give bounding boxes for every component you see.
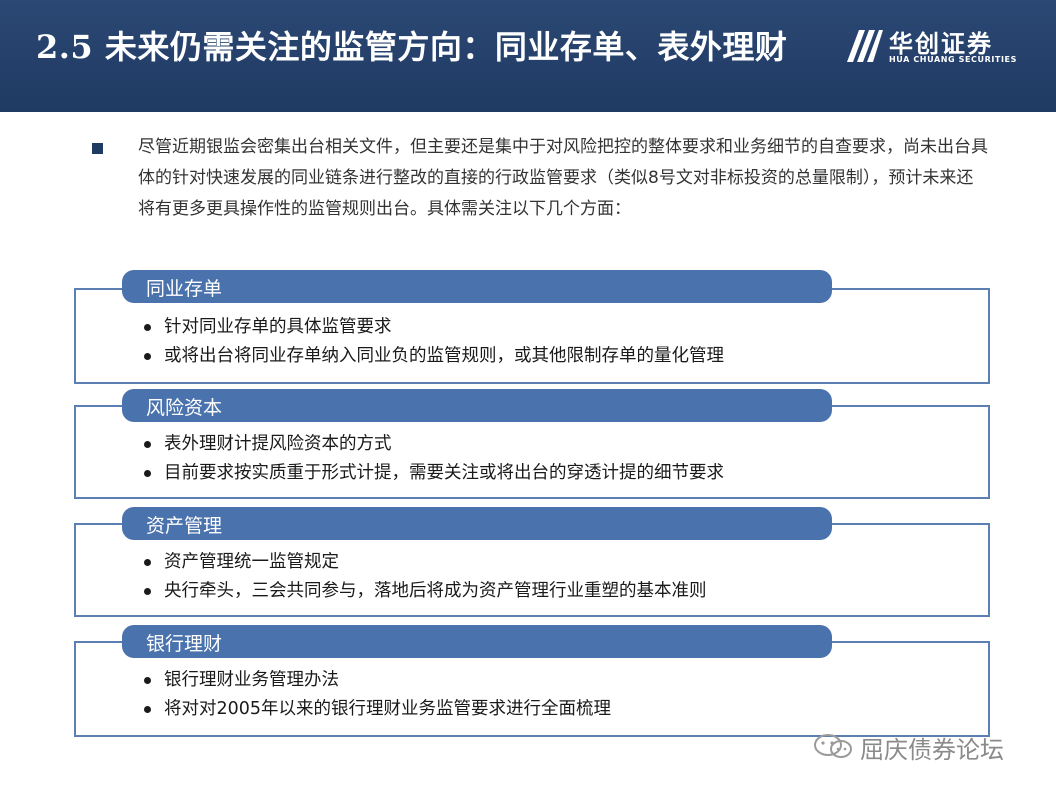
watermark-text: 屈庆债券论坛	[860, 736, 1004, 764]
list-item: 央行牵头，三会共同参与，落地后将成为资产管理行业重塑的基本准则	[140, 577, 707, 606]
item-text: 央行牵头，三会共同参与，落地后将成为资产管理行业重塑的基本准则	[164, 581, 707, 601]
bullet-dot-icon	[144, 588, 151, 595]
section-risk-capital: 风险资本 表外理财计提风险资本的方式 目前要求按实质重于形式计提，需要关注或将出…	[74, 389, 990, 501]
list-item: 银行理财业务管理办法	[140, 666, 611, 695]
list-item: 目前要求按实质重于形式计提，需要关注或将出台的穿透计提的细节要求	[140, 459, 724, 488]
list-item: 资产管理统一监管规定	[140, 548, 707, 577]
item-text: 银行理财业务管理办法	[164, 670, 339, 690]
intro-text: 尽管近期银监会密集出台相关文件，但主要还是集中于对风险把控的整体要求和业务细节的…	[138, 137, 988, 219]
section-header: 资产管理	[122, 507, 832, 540]
title-bar: 2.5 未来仍需关注的监管方向：同业存单、表外理财 华创证券 HUA CHUAN…	[0, 0, 1056, 112]
list-item: 将对对2005年以来的银行理财业务监管要求进行全面梳理	[140, 695, 611, 724]
bullet-dot-icon	[144, 324, 151, 331]
list-item: 针对同业存单的具体监管要求	[140, 313, 724, 342]
square-bullet-icon	[92, 143, 103, 154]
company-logo: 华创证券 HUA CHUANG SECURITIES	[845, 24, 1017, 68]
logo-english-name: HUA CHUANG SECURITIES	[889, 55, 1017, 64]
item-text: 目前要求按实质重于形式计提，需要关注或将出台的穿透计提的细节要求	[164, 463, 724, 483]
section-title: 同业存单	[146, 278, 223, 300]
bullet-dot-icon	[144, 706, 151, 713]
section-list: 表外理财计提风险资本的方式 目前要求按实质重于形式计提，需要关注或将出台的穿透计…	[140, 430, 724, 488]
list-item: 表外理财计提风险资本的方式	[140, 430, 724, 459]
section-header: 风险资本	[122, 389, 832, 422]
bullet-dot-icon	[144, 470, 151, 477]
item-text: 资产管理统一监管规定	[164, 552, 339, 572]
logo-chinese-name: 华创证券	[889, 30, 993, 58]
item-text: 针对同业存单的具体监管要求	[164, 317, 392, 337]
item-text: 表外理财计提风险资本的方式	[164, 434, 392, 454]
title-number: 2.5	[36, 28, 94, 66]
wechat-icon	[814, 734, 852, 758]
section-header: 同业存单	[122, 270, 832, 303]
section-interbank-cd: 同业存单 针对同业存单的具体监管要求 或将出台将同业存单纳入同业负的监管规则，或…	[74, 270, 990, 386]
slide-title: 2.5 未来仍需关注的监管方向：同业存单、表外理财	[36, 22, 787, 68]
bullet-dot-icon	[144, 677, 151, 684]
bullet-dot-icon	[144, 559, 151, 566]
section-list: 银行理财业务管理办法 将对对2005年以来的银行理财业务监管要求进行全面梳理	[140, 666, 611, 724]
logo-mark-icon	[847, 30, 883, 62]
title-text: 未来仍需关注的监管方向：同业存单、表外理财	[104, 28, 788, 66]
watermark: 屈庆债券论坛	[812, 726, 1032, 766]
section-asset-management: 资产管理 资产管理统一监管规定 央行牵头，三会共同参与，落地后将成为资产管理行业…	[74, 507, 990, 619]
list-item: 或将出台将同业存单纳入同业负的监管规则，或其他限制存单的量化管理	[140, 342, 724, 371]
bullet-dot-icon	[144, 441, 151, 448]
section-list: 针对同业存单的具体监管要求 或将出台将同业存单纳入同业负的监管规则，或其他限制存…	[140, 313, 724, 371]
section-title: 风险资本	[146, 397, 223, 419]
bullet-dot-icon	[144, 353, 151, 360]
item-text: 将对对2005年以来的银行理财业务监管要求进行全面梳理	[164, 699, 612, 719]
section-title: 银行理财	[146, 633, 223, 655]
section-list: 资产管理统一监管规定 央行牵头，三会共同参与，落地后将成为资产管理行业重塑的基本…	[140, 548, 707, 606]
section-header: 银行理财	[122, 625, 832, 658]
item-text: 或将出台将同业存单纳入同业负的监管规则，或其他限制存单的量化管理	[164, 346, 724, 366]
section-title: 资产管理	[146, 515, 223, 537]
section-bank-wealth-management: 银行理财 银行理财业务管理办法 将对对2005年以来的银行理财业务监管要求进行全…	[74, 625, 990, 739]
